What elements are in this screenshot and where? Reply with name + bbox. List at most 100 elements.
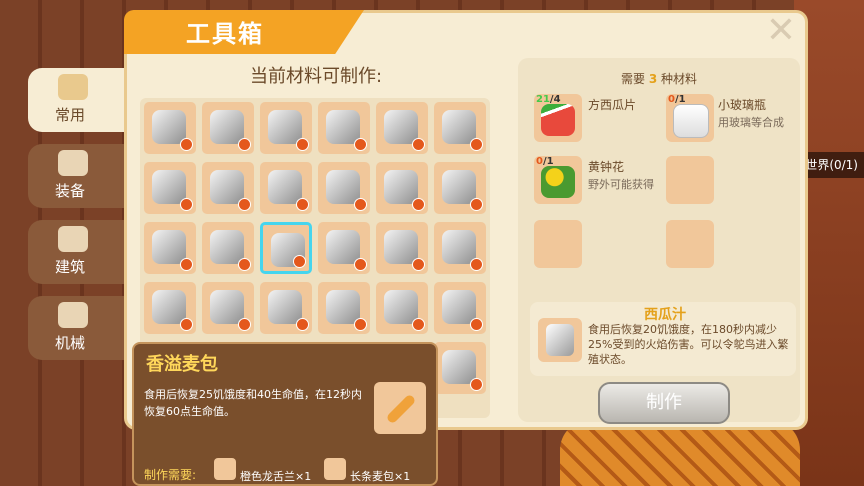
lack-material-icon bbox=[354, 138, 367, 151]
material-name: 黄钟花 bbox=[588, 160, 625, 174]
pickaxe-icon bbox=[442, 110, 476, 144]
have-count: 0 bbox=[536, 156, 543, 167]
lack-material-icon bbox=[180, 258, 193, 271]
gear-icon bbox=[58, 302, 88, 328]
baguette-icon bbox=[268, 290, 302, 324]
detail-mat-2: 长条麦包×1 bbox=[350, 470, 411, 483]
craft-item-sickle[interactable] bbox=[376, 162, 428, 214]
tab-equipment[interactable]: 装备 bbox=[28, 144, 124, 208]
baguette-small-icon bbox=[324, 458, 346, 480]
lack-material-icon bbox=[470, 258, 483, 271]
craft-item-bread-bun[interactable] bbox=[434, 222, 486, 274]
flower-icon bbox=[541, 166, 575, 198]
tab-machinery[interactable]: 机械 bbox=[28, 296, 124, 360]
lack-material-icon bbox=[296, 198, 309, 211]
tab-label: 建筑 bbox=[54, 258, 85, 276]
shovel-icon bbox=[210, 170, 244, 204]
material-name: 方西瓜片 bbox=[588, 98, 637, 112]
craft-item-baguette[interactable] bbox=[260, 282, 312, 334]
craft-item-bucket[interactable] bbox=[260, 102, 312, 154]
bottle-icon bbox=[673, 104, 709, 138]
item-detail-popup: 香溢麦包 食用后恢复25饥饿度和40生命值，在12秒内恢复60点生命值。 制作需… bbox=[132, 342, 438, 486]
house-icon bbox=[58, 226, 88, 252]
craft-item-axe[interactable] bbox=[318, 102, 370, 154]
tab-label: 装备 bbox=[54, 182, 85, 200]
detail-req-label: 制作需要: bbox=[144, 468, 197, 482]
need-count: 3 bbox=[648, 72, 658, 86]
page-title: 工具箱 bbox=[186, 20, 264, 48]
tab-common[interactable]: 常用 bbox=[28, 68, 124, 132]
meat-bowl-icon bbox=[384, 230, 418, 264]
craft-item-scythe[interactable] bbox=[318, 162, 370, 214]
craft-item-fries[interactable] bbox=[318, 282, 370, 334]
craft-item-waffle[interactable] bbox=[434, 282, 486, 334]
torch-icon bbox=[442, 170, 476, 204]
lack-material-icon bbox=[354, 258, 367, 271]
material-name: 小玻璃瓶 bbox=[718, 98, 767, 112]
lack-material-icon bbox=[238, 138, 251, 151]
craft-item-shovel[interactable] bbox=[202, 162, 254, 214]
craft-item-spade[interactable] bbox=[260, 162, 312, 214]
soup-bowl-icon bbox=[442, 350, 476, 384]
craft-item-pickaxe[interactable] bbox=[434, 102, 486, 154]
need-suffix: 种材料 bbox=[661, 72, 698, 86]
close-button[interactable]: ✕ bbox=[764, 13, 798, 49]
lack-material-icon bbox=[354, 318, 367, 331]
lack-material-icon bbox=[238, 318, 251, 331]
baguette-icon bbox=[374, 382, 426, 434]
spade-icon bbox=[268, 170, 302, 204]
craft-item-torch[interactable] bbox=[434, 162, 486, 214]
lack-material-icon bbox=[412, 138, 425, 151]
drill-icon bbox=[152, 170, 186, 204]
craft-item-scissors[interactable] bbox=[144, 222, 196, 274]
juice-icon bbox=[546, 324, 574, 356]
material-slot-bellflower[interactable]: 0/1 bbox=[534, 156, 582, 204]
craft-item-soup-bowl[interactable] bbox=[434, 342, 486, 394]
lack-material-icon bbox=[470, 318, 483, 331]
lack-material-icon bbox=[293, 255, 306, 268]
craft-item-drill[interactable] bbox=[144, 162, 196, 214]
bucket-icon bbox=[268, 110, 302, 144]
tab-building[interactable]: 建筑 bbox=[28, 220, 124, 284]
close-icon: ✕ bbox=[765, 10, 797, 51]
craft-item-pizza-cutter[interactable] bbox=[376, 102, 428, 154]
pizza-cutter-icon bbox=[384, 110, 418, 144]
craft-item-steak[interactable] bbox=[144, 282, 196, 334]
scythe-icon bbox=[326, 170, 360, 204]
lack-material-icon bbox=[296, 318, 309, 331]
burger-icon bbox=[326, 230, 360, 264]
material-slot-bottle[interactable]: 0/1 bbox=[666, 94, 714, 142]
material-slot-empty bbox=[534, 220, 582, 268]
need-prefix: 需要 bbox=[620, 72, 645, 86]
lack-material-icon bbox=[470, 378, 483, 391]
material-slot-watermelon[interactable]: 21/4 bbox=[534, 94, 582, 142]
craft-item-burger[interactable] bbox=[318, 222, 370, 274]
lack-material-icon bbox=[354, 198, 367, 211]
lack-material-icon bbox=[180, 198, 193, 211]
axe-icon bbox=[326, 110, 360, 144]
craft-item-meat-bowl[interactable] bbox=[376, 222, 428, 274]
blackboard-icon bbox=[210, 110, 244, 144]
lack-material-icon bbox=[238, 258, 251, 271]
craft-item-blackboard[interactable] bbox=[202, 102, 254, 154]
craft-button[interactable]: 制作 bbox=[598, 382, 730, 424]
sickle-icon bbox=[384, 170, 418, 204]
craft-item-cheese[interactable] bbox=[202, 282, 254, 334]
pie-icon bbox=[384, 290, 418, 324]
bread-bun-icon bbox=[442, 230, 476, 264]
steak-icon bbox=[152, 290, 186, 324]
craft-item-nut-bowl[interactable] bbox=[202, 222, 254, 274]
cheese-icon bbox=[210, 290, 244, 324]
lack-material-icon bbox=[296, 138, 309, 151]
craft-item-watermelon-juice[interactable] bbox=[260, 222, 312, 274]
fries-icon bbox=[326, 290, 360, 324]
craft-item-pie[interactable] bbox=[376, 282, 428, 334]
lack-material-icon bbox=[470, 138, 483, 151]
result-desc: 食用后恢复20饥饿度，在180秒内减少25%受到的火焰伤害。可以令鸵鸟进入繁殖状… bbox=[588, 323, 789, 366]
armor-icon bbox=[58, 150, 88, 176]
result-slot bbox=[538, 318, 582, 362]
world-badge[interactable]: 世界(0/1) bbox=[802, 152, 864, 178]
scissors-icon bbox=[152, 230, 186, 264]
agave-icon bbox=[214, 458, 236, 480]
craft-item-bed[interactable] bbox=[144, 102, 196, 154]
